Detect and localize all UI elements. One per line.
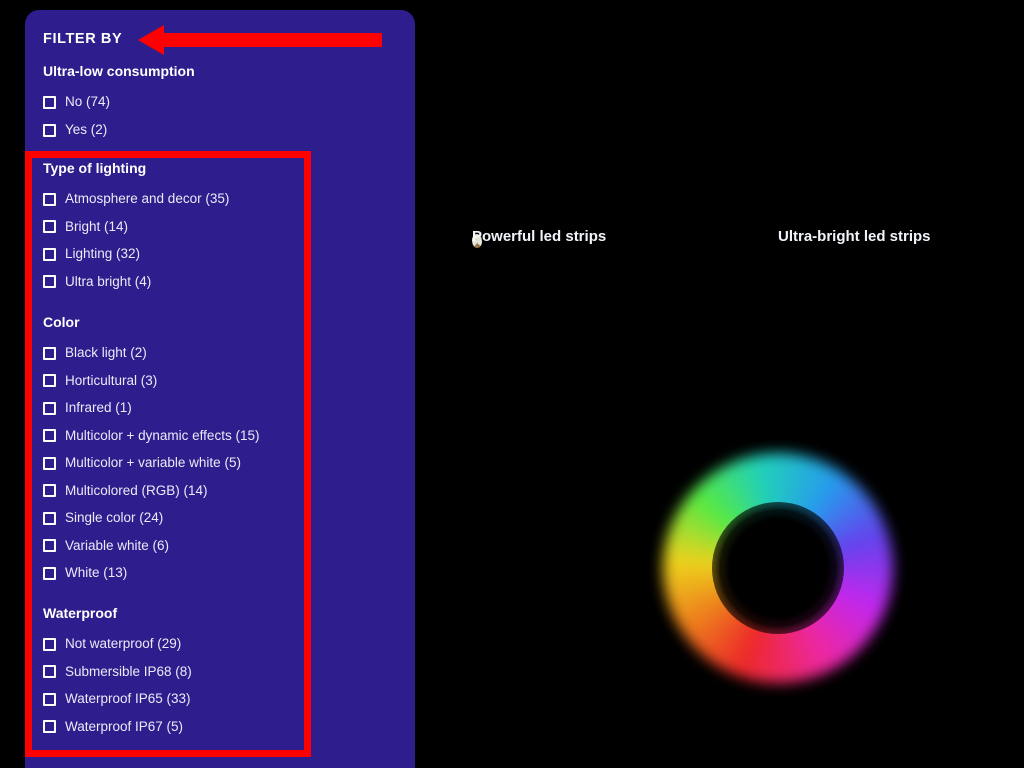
facet-group-color: Color Black light (2) Horticultural (3) …: [43, 314, 373, 587]
facet-option-submersible-ip68[interactable]: Submersible IP68 (8): [43, 658, 373, 686]
facet-option-label: Horticultural (3): [65, 372, 158, 388]
facet-option-label: Multicolor + dynamic effects (15): [65, 427, 260, 443]
facet-group-list: Ultra-low consumption No (74) Yes (2) Ty…: [43, 63, 373, 755]
facet-option-label: Yes (2): [65, 121, 108, 137]
filter-sidebar: FILTER BY Ultra-low consumption No (74) …: [25, 10, 415, 768]
facet-option-label: Submersible IP68 (8): [65, 663, 192, 679]
facet-option-horticultural[interactable]: Horticultural (3): [43, 367, 373, 395]
facet-heading-type-of-lighting: Type of lighting: [43, 159, 147, 176]
checkbox-icon[interactable]: [43, 346, 56, 360]
facet-option-label: Multicolored (RGB) (14): [65, 482, 208, 498]
facet-option-label: Variable white (6): [65, 537, 170, 553]
facet-option-lighting[interactable]: Lighting (32): [43, 241, 373, 269]
checkbox-icon[interactable]: [43, 511, 56, 525]
facet-option-label: Atmosphere and decor (35): [65, 191, 230, 207]
facet-heading-waterproof: Waterproof: [43, 604, 118, 621]
filter-by-heading: FILTER BY: [43, 31, 123, 47]
facet-option-atmosphere-and-decor[interactable]: Atmosphere and decor (35): [43, 186, 373, 214]
checkbox-icon[interactable]: [43, 123, 56, 137]
checkbox-icon[interactable]: [43, 692, 56, 706]
checkbox-icon[interactable]: [43, 401, 56, 415]
facet-option-multicolor-dynamic-effects[interactable]: Multicolor + dynamic effects (15): [43, 422, 373, 450]
facet-option-multicolor-variable-white[interactable]: Multicolor + variable white (5): [43, 449, 373, 477]
facet-option-label: Single color (24): [65, 510, 164, 526]
facet-option-white[interactable]: White (13): [43, 559, 373, 587]
checkbox-icon[interactable]: [43, 637, 56, 651]
facet-option-not-waterproof[interactable]: Not waterproof (29): [43, 631, 373, 659]
facet-option-black-light[interactable]: Black light (2): [43, 339, 373, 367]
checkbox-icon[interactable]: [43, 484, 56, 498]
checkbox-icon[interactable]: [43, 566, 56, 580]
facet-group-ultra-low-consumption: Ultra-low consumption No (74) Yes (2): [43, 63, 373, 144]
facet-option-label: Bright (14): [65, 218, 129, 234]
product-card-ultra-bright[interactable]: Ultra-bright led strips: [778, 228, 1022, 247]
checkbox-icon[interactable]: [43, 220, 56, 234]
facet-option-multicolored-rgb[interactable]: Multicolored (RGB) (14): [43, 477, 373, 505]
facet-group-type-of-lighting: Type of lighting Atmosphere and decor (3…: [43, 160, 373, 296]
facet-option-label: No (74): [65, 94, 111, 110]
checkbox-icon[interactable]: [43, 192, 56, 206]
facet-option-single-color[interactable]: Single color (24): [43, 504, 373, 532]
checkbox-icon[interactable]: [43, 96, 56, 110]
facet-option-label: Waterproof IP65 (33): [65, 691, 191, 707]
product-card-powerful[interactable]: Powerful led strips: [472, 228, 716, 247]
page-root: FILTER BY Ultra-low consumption No (74) …: [0, 0, 1024, 768]
checkbox-icon[interactable]: [43, 275, 56, 289]
checkbox-icon[interactable]: [43, 374, 56, 388]
facet-option-label: Infrared (1): [65, 400, 132, 416]
facet-option-label: Black light (2): [65, 345, 147, 361]
facet-option-label: White (13): [65, 565, 128, 581]
product-card-label: Powerful led strips: [472, 228, 607, 245]
facet-option-label: Ultra bright (4): [65, 273, 152, 289]
checkbox-icon[interactable]: [43, 665, 56, 679]
facet-option-waterproof-ip67[interactable]: Waterproof IP67 (5): [43, 713, 373, 741]
checkbox-icon[interactable]: [43, 539, 56, 553]
facet-option-ultra-bright[interactable]: Ultra bright (4): [43, 268, 373, 296]
facet-option-label: Lighting (32): [65, 246, 141, 262]
checkbox-icon[interactable]: [43, 456, 56, 470]
checkbox-icon[interactable]: [43, 429, 56, 443]
facet-option-no[interactable]: No (74): [43, 89, 373, 117]
facet-heading-ultra-low-consumption: Ultra-low consumption: [43, 63, 195, 79]
facet-option-bright[interactable]: Bright (14): [43, 213, 373, 241]
facet-group-waterproof: Waterproof Not waterproof (29) Submersib…: [43, 605, 373, 741]
product-category-grid: Low consumption led strips Ambiance led …: [460, 0, 1024, 768]
facet-option-label: Not waterproof (29): [65, 636, 182, 652]
facet-option-infrared[interactable]: Infrared (1): [43, 394, 373, 422]
facet-option-label: Waterproof IP67 (5): [65, 718, 184, 734]
facet-option-waterproof-ip65[interactable]: Waterproof IP65 (33): [43, 686, 373, 714]
facet-option-variable-white[interactable]: Variable white (6): [43, 532, 373, 560]
checkbox-icon[interactable]: [43, 247, 56, 261]
product-card-label: Ultra-bright led strips: [778, 228, 931, 245]
facet-option-yes[interactable]: Yes (2): [43, 116, 373, 144]
checkbox-icon[interactable]: [43, 720, 56, 734]
facet-heading-color: Color: [43, 313, 80, 330]
facet-option-label: Multicolor + variable white (5): [65, 455, 241, 471]
